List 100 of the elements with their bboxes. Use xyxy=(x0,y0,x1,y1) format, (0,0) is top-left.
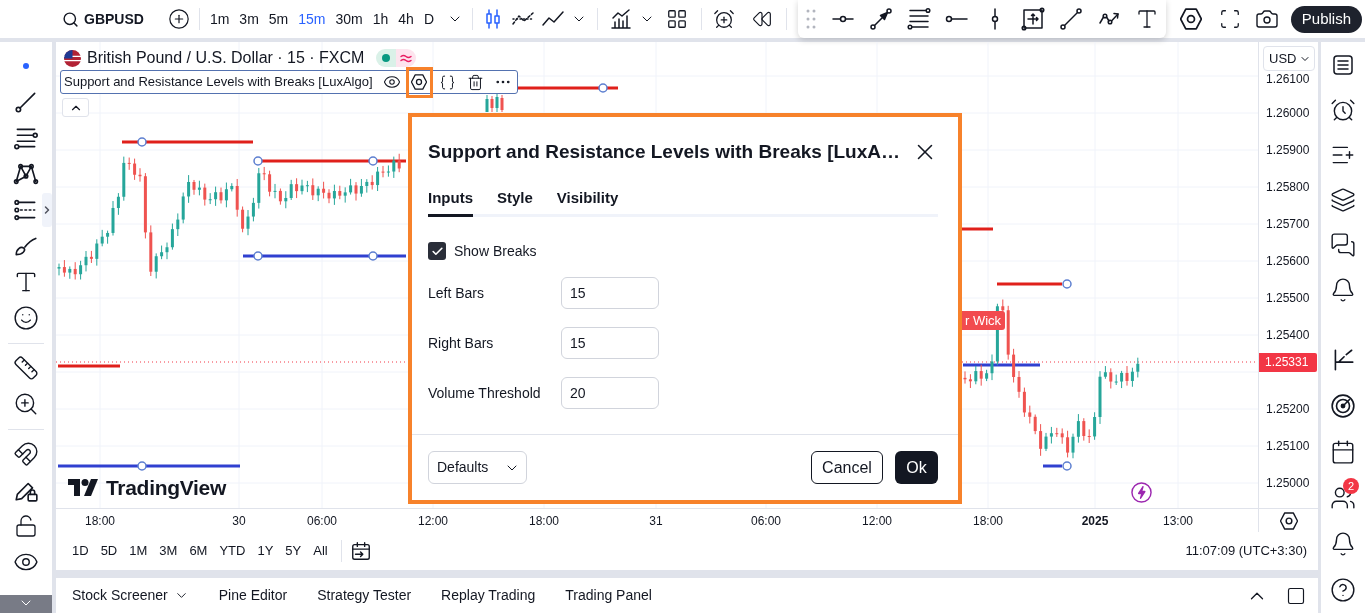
rising-candle xyxy=(359,178,363,198)
falling-candle xyxy=(235,178,239,218)
bar-chart-icon[interactable] xyxy=(609,7,633,31)
search-icon[interactable] xyxy=(62,10,79,28)
settings-icon[interactable] xyxy=(411,74,428,90)
range-button[interactable]: 1M xyxy=(123,537,154,565)
currency-dropdown[interactable]: USD xyxy=(1263,46,1315,71)
range-button[interactable]: YTD xyxy=(213,537,252,565)
rising-candle xyxy=(154,252,158,279)
zoom-in-icon[interactable] xyxy=(13,391,39,417)
defaults-dropdown[interactable]: Defaults xyxy=(428,451,527,484)
rising-candle xyxy=(332,184,336,206)
range-button[interactable]: 5D xyxy=(94,537,124,565)
ruler-icon[interactable] xyxy=(13,355,39,381)
field-label: Right Bars xyxy=(428,333,495,353)
panel-tab[interactable]: Strategy Tester xyxy=(317,580,412,611)
chevron-right-icon[interactable] xyxy=(42,193,52,227)
panel-tab[interactable]: Replay Trading xyxy=(441,580,536,611)
time-label: 31 xyxy=(649,512,663,530)
number-input[interactable]: 20 xyxy=(561,377,659,409)
list-icon[interactable] xyxy=(1331,52,1355,77)
layers-icon[interactable] xyxy=(1330,186,1356,213)
symbol-search-button[interactable]: GBPUSD xyxy=(62,4,144,34)
rising-candle xyxy=(1120,370,1124,389)
alarm-plus-icon[interactable] xyxy=(713,8,735,30)
falling-candle xyxy=(1039,423,1043,457)
bell-icon[interactable] xyxy=(1330,531,1356,557)
bell-icon[interactable] xyxy=(1330,276,1356,303)
range-button[interactable]: 3M xyxy=(153,537,184,565)
trend-line-icon[interactable] xyxy=(1059,7,1083,31)
calendar-icon[interactable] xyxy=(1330,439,1356,465)
camera-icon[interactable] xyxy=(1254,7,1279,31)
rewind-icon[interactable] xyxy=(752,9,772,29)
rising-candle xyxy=(349,178,353,196)
number-input[interactable]: 15 xyxy=(561,277,659,309)
fullscreen-icon[interactable] xyxy=(1218,8,1241,30)
maximize-icon[interactable] xyxy=(1286,585,1306,606)
rising-candle xyxy=(208,192,212,205)
range-button[interactable]: All xyxy=(307,537,334,565)
add-symbol-icon[interactable] xyxy=(167,8,190,30)
panel-tab[interactable]: Stock Screener xyxy=(72,580,189,611)
lock-open-icon[interactable] xyxy=(14,514,38,538)
flag-icon xyxy=(64,49,81,67)
arrow-line-icon[interactable] xyxy=(869,7,893,31)
text-icon[interactable] xyxy=(1135,7,1159,31)
range-button[interactable]: 1Y xyxy=(251,537,280,565)
dot-icon[interactable] xyxy=(23,63,29,69)
time-label: 13:00 xyxy=(1163,512,1193,530)
range-button[interactable]: 6M xyxy=(183,537,214,565)
collapse-button[interactable] xyxy=(62,98,89,117)
trash-icon[interactable] xyxy=(466,73,484,91)
interval-tab[interactable]: 30m xyxy=(330,4,368,34)
timezone-button[interactable]: 11:07:09 (UTC+3:30) xyxy=(1185,537,1307,565)
interval-tab[interactable]: D xyxy=(418,4,439,34)
interval-tab[interactable]: 1m xyxy=(204,4,235,34)
rising-candle xyxy=(365,178,369,194)
fib-levels-icon[interactable] xyxy=(907,7,931,31)
braces-icon[interactable] xyxy=(438,73,456,91)
move-box-icon[interactable] xyxy=(1021,7,1045,31)
symbol-title: British Pound / U.S. Dollar · 15 · FXCM xyxy=(87,48,365,68)
dialog-tab[interactable]: Visibility xyxy=(556,188,619,217)
falling-candle xyxy=(73,261,77,280)
interval-tab[interactable]: 3m xyxy=(234,4,264,34)
field-label: Left Bars xyxy=(428,283,486,303)
lightning-icon[interactable] xyxy=(1131,482,1152,503)
range-button[interactable]: 5Y xyxy=(279,537,308,565)
rising-candle xyxy=(230,182,234,192)
indicator-name: Support and Resistance Levels with Breaks [LuxAlgo] xyxy=(64,73,373,92)
publish-button[interactable]: Publish xyxy=(1290,5,1362,33)
rising-candle xyxy=(316,185,320,202)
magnet-icon[interactable] xyxy=(13,441,39,467)
panel-tab[interactable]: Trading Panel xyxy=(565,580,652,611)
smile-icon[interactable] xyxy=(13,305,39,331)
rising-candle xyxy=(122,156,126,202)
eye-icon[interactable] xyxy=(382,73,401,91)
ok-button[interactable]: Ok xyxy=(895,451,938,484)
chat-icon[interactable] xyxy=(1330,231,1356,258)
interval-tab[interactable]: 4h xyxy=(393,4,419,34)
settings-button[interactable] xyxy=(405,66,433,98)
settings-icon[interactable] xyxy=(1279,511,1298,530)
interval-tab[interactable]: 1h xyxy=(367,4,394,34)
grip-icon[interactable] xyxy=(805,8,817,30)
settings-icon[interactable] xyxy=(1179,8,1202,30)
interval-tab[interactable]: 5m xyxy=(263,4,294,34)
time-label: 12:00 xyxy=(418,512,448,530)
dialog-title: Support and Resistance Levels with Breaks [LuxA… xyxy=(428,140,900,164)
layout-grid-icon[interactable] xyxy=(666,8,688,30)
pattern-icon[interactable] xyxy=(13,161,39,187)
cancel-button[interactable]: Cancel xyxy=(811,451,883,484)
dialog-tab[interactable]: Inputs xyxy=(428,188,473,217)
falling-candle xyxy=(1109,367,1113,389)
range-button[interactable]: 1D xyxy=(66,537,95,565)
target-icon[interactable] xyxy=(1330,393,1356,419)
falling-candle xyxy=(203,183,207,207)
panel-tab[interactable]: Pine Editor xyxy=(218,580,288,611)
price-label: 1.25900 xyxy=(1266,142,1310,158)
interval-tab[interactable]: 15m xyxy=(293,4,331,34)
help-icon[interactable] xyxy=(1330,577,1356,603)
dialog-tab[interactable]: Style xyxy=(497,188,533,217)
number-input[interactable]: 15 xyxy=(561,327,659,359)
